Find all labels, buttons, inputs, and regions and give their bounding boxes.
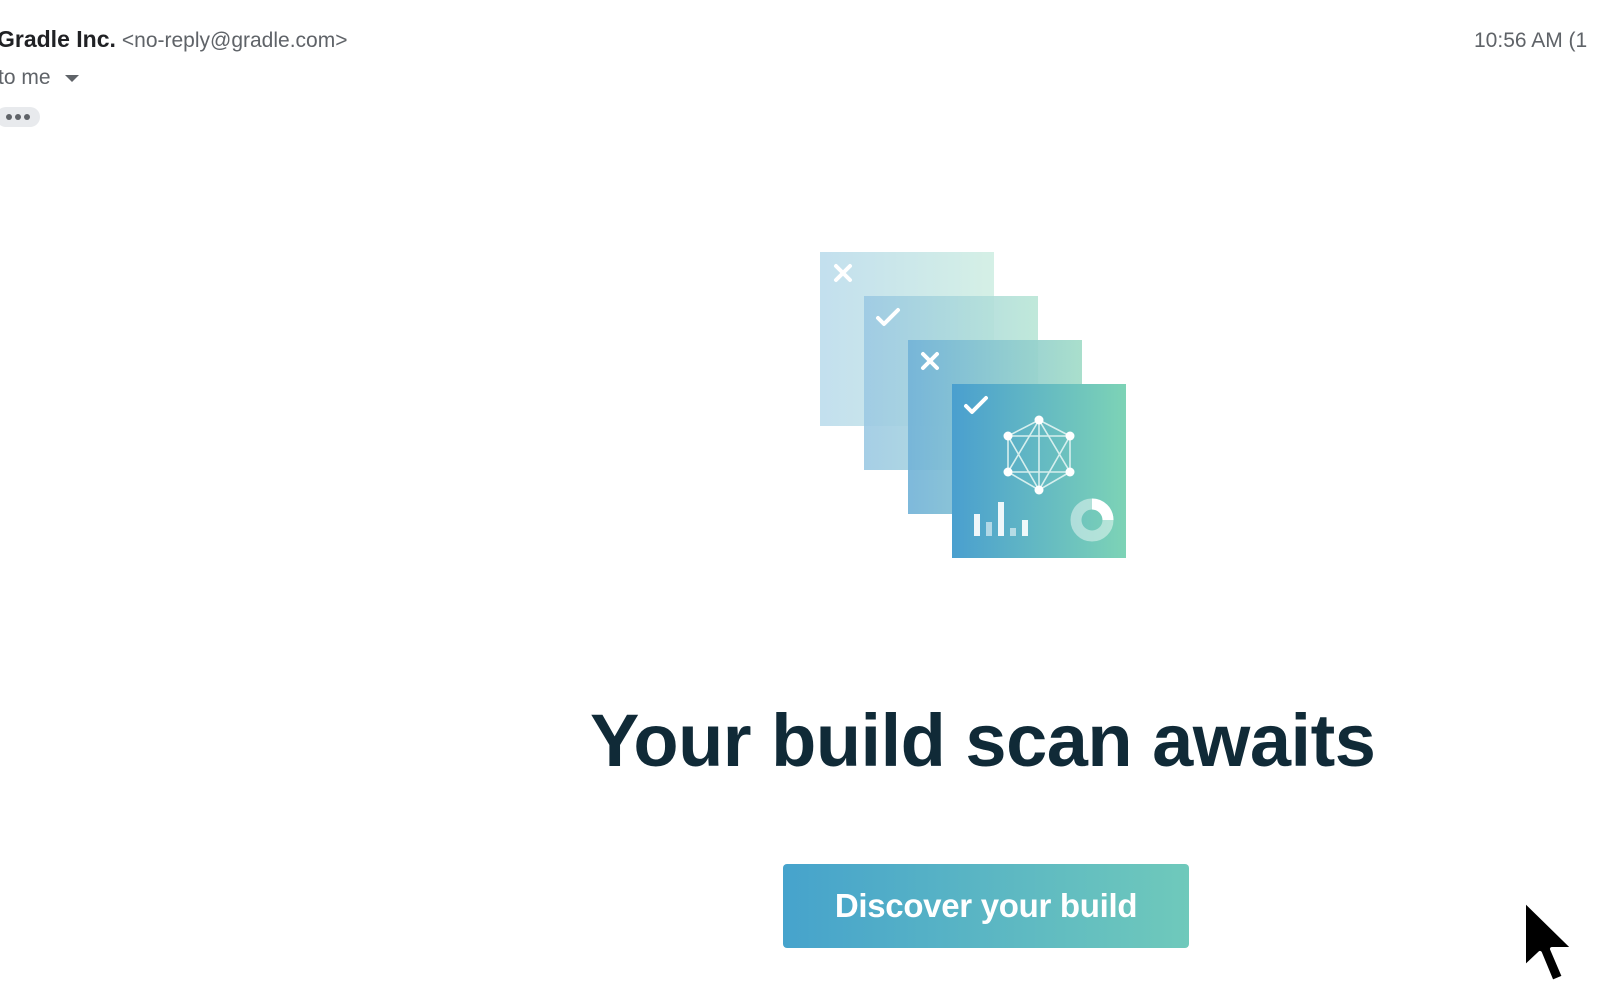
caret-down-icon[interactable] (64, 74, 79, 82)
show-trimmed-content-button[interactable] (0, 107, 40, 127)
email-view: Gradle Inc. <no-reply@gradle.com> 10:56 A… (0, 0, 1600, 987)
sender-address: <no-reply@gradle.com> (121, 29, 348, 52)
recipient-details-toggle[interactable]: to me (0, 66, 79, 90)
headline: Your build scan awaits (590, 699, 1376, 782)
build-scan-illustration (820, 252, 1126, 558)
discover-build-button[interactable]: Discover your build (783, 864, 1189, 948)
build-card-success-2 (952, 384, 1126, 558)
mouse-pointer-icon (1522, 898, 1576, 984)
timestamp: 10:56 AM (1 (1474, 29, 1588, 52)
sender-name[interactable]: Gradle Inc. (0, 26, 116, 52)
sender-line: Gradle Inc. <no-reply@gradle.com> (0, 26, 347, 53)
recipient-label: to me (0, 66, 51, 89)
ellipsis-icon (6, 114, 30, 120)
